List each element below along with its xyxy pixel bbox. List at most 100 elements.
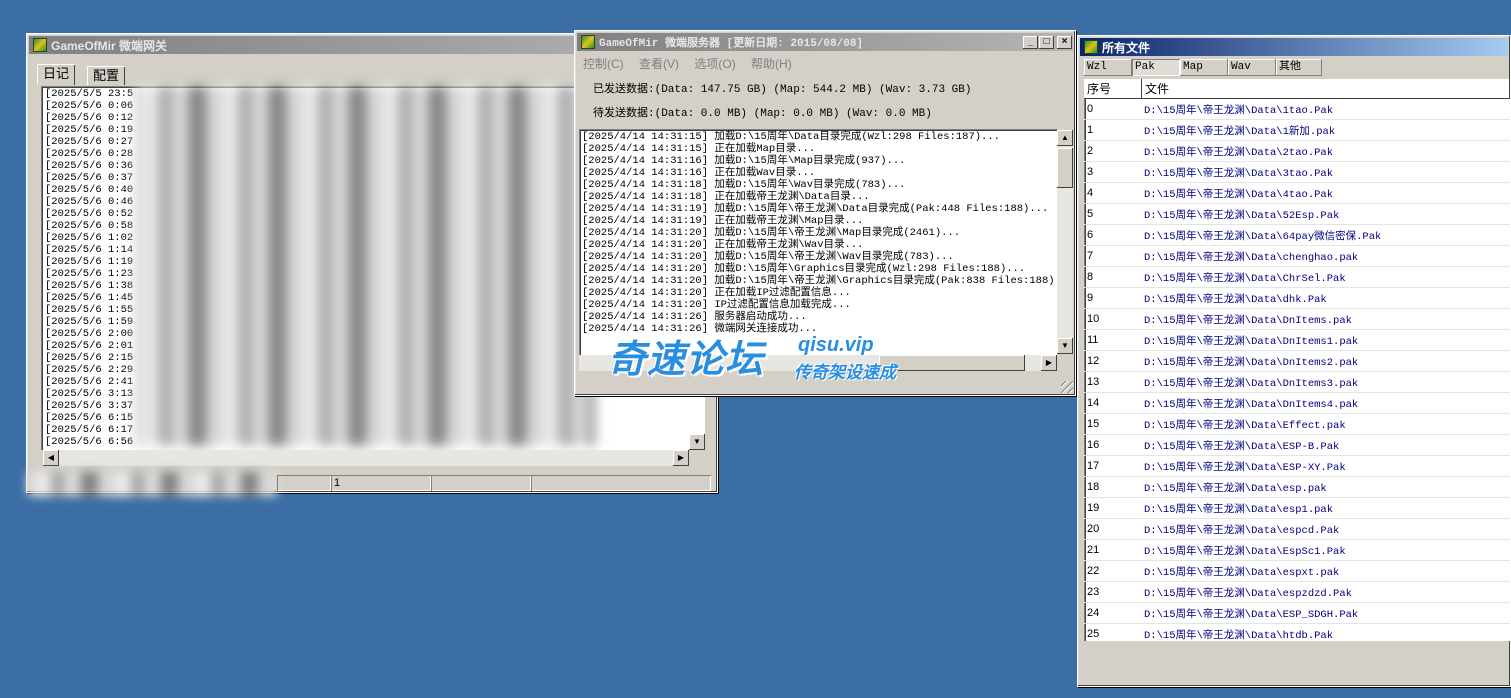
tab-pak[interactable]: Pak xyxy=(1132,59,1180,76)
table-row[interactable]: 5 D:\15周年\帝王龙渊\Data\52Esp.Pak xyxy=(1084,204,1510,225)
row-index: 13 xyxy=(1087,376,1100,388)
table-row[interactable]: 17 D:\15周年\帝王龙渊\Data\ESP-XY.Pak xyxy=(1084,456,1510,477)
gateway-log-hscrollbar[interactable]: ◀ ▶ xyxy=(43,450,689,466)
files-list-header: 序号 文件 xyxy=(1084,79,1510,99)
watermark-site-text: qisu.vip xyxy=(798,334,874,356)
table-row[interactable]: 16 D:\15周年\帝王龙渊\Data\ESP-B.Pak xyxy=(1084,435,1510,456)
row-file-path: D:\15周年\帝王龙渊\Data\DnItems3.pak xyxy=(1144,377,1359,390)
table-row[interactable]: 22 D:\15周年\帝王龙渊\Data\espxt.pak xyxy=(1084,561,1510,582)
tab-log[interactable]: 日记 xyxy=(37,64,76,85)
table-row[interactable]: 14 D:\15周年\帝王龙渊\Data\DnItems4.pak xyxy=(1084,393,1510,414)
table-row[interactable]: 11 D:\15周年\帝王龙渊\Data\DnItems1.pak xyxy=(1084,330,1510,351)
row-file-path: D:\15周年\帝王龙渊\Data\DnItems2.pak xyxy=(1144,356,1359,369)
gameofmir-app-icon xyxy=(33,38,47,52)
row-file-path: D:\15周年\帝王龙渊\Data\DnItems4.pak xyxy=(1144,398,1359,411)
gateway-status-cell-4 xyxy=(531,475,711,491)
row-index: 17 xyxy=(1087,460,1100,472)
files-title: 所有文件 xyxy=(1102,40,1151,55)
gateway-log-vscrollbar[interactable]: ▼ xyxy=(689,434,705,450)
row-file-path: D:\15周年\帝王龙渊\Data\4tao.Pak xyxy=(1144,188,1334,201)
log-line: [2025/4/14 14:31:20] 正在加载帝王龙渊\Wav目录... xyxy=(582,239,864,251)
files-list-rows: 0 D:\15周年\帝王龙渊\Data\1tao.Pak 1 D:\15周年\帝王龙渊… xyxy=(1084,99,1510,641)
menu-control[interactable]: 控制(C) xyxy=(583,57,624,71)
tab-wzl[interactable]: Wzl xyxy=(1084,59,1132,76)
gateway-status-cell-1 xyxy=(277,475,331,491)
files-titlebar[interactable]: 所有文件 xyxy=(1080,38,1508,56)
gameofmir-app-icon xyxy=(1084,40,1098,54)
table-row[interactable]: 2 D:\15周年\帝王龙渊\Data\2tao.Pak xyxy=(1084,141,1510,162)
row-file-path: D:\15周年\帝王龙渊\Data\Effect.pak xyxy=(1144,419,1346,432)
row-index: 10 xyxy=(1087,313,1100,325)
table-row[interactable]: 0 D:\15周年\帝王龙渊\Data\1tao.Pak xyxy=(1084,99,1510,120)
scroll-up-button[interactable]: ▲ xyxy=(1057,130,1073,146)
row-index: 8 xyxy=(1087,271,1094,283)
server-log-vscrollbar[interactable]: ▲ ▼ xyxy=(1057,130,1073,354)
files-list[interactable]: 序号 文件 0 D:\15周年\帝王龙渊\Data\1tao.Pak 1 D:\15周… xyxy=(1084,79,1510,641)
log-line: [2025/4/14 14:31:20] 加载D:\15周年\帝王龙渊\Map目… xyxy=(582,227,961,239)
row-file-path: D:\15周年\帝王龙渊\Data\2tao.Pak xyxy=(1144,146,1334,159)
row-index: 11 xyxy=(1087,334,1099,346)
table-row[interactable]: 21 D:\15周年\帝王龙渊\Data\EspSc1.Pak xyxy=(1084,540,1510,561)
blurred-log-content xyxy=(135,86,595,446)
log-line: [2025/4/14 14:31:15] 正在加载Map目录... xyxy=(582,143,816,155)
row-file-path: D:\15周年\帝王龙渊\Data\ESP_SDGH.Pak xyxy=(1144,608,1359,621)
tab-map[interactable]: Map xyxy=(1180,59,1228,76)
column-header-index[interactable]: 序号 xyxy=(1084,79,1142,99)
table-row[interactable]: 20 D:\15周年\帝王龙渊\Data\espcd.Pak xyxy=(1084,519,1510,540)
table-row[interactable]: 1 D:\15周年\帝王龙渊\Data\1新加.pak xyxy=(1084,120,1510,141)
table-row[interactable]: 3 D:\15周年\帝王龙渊\Data\3tao.Pak xyxy=(1084,162,1510,183)
tab-wav[interactable]: Wav xyxy=(1228,59,1276,76)
table-row[interactable]: 18 D:\15周年\帝王龙渊\Data\esp.pak xyxy=(1084,477,1510,498)
row-index: 4 xyxy=(1087,187,1094,199)
row-index: 1 xyxy=(1087,124,1094,136)
minimize-button[interactable]: _ xyxy=(1023,35,1038,49)
table-row[interactable]: 15 D:\15周年\帝王龙渊\Data\Effect.pak xyxy=(1084,414,1510,435)
table-row[interactable]: 24 D:\15周年\帝王龙渊\Data\ESP_SDGH.Pak xyxy=(1084,603,1510,624)
table-row[interactable]: 6 D:\15周年\帝王龙渊\Data\64pay微信密保.Pak xyxy=(1084,225,1510,246)
table-row[interactable]: 13 D:\15周年\帝王龙渊\Data\DnItems3.pak xyxy=(1084,372,1510,393)
scroll-left-button[interactable]: ◀ xyxy=(43,450,59,466)
table-row[interactable]: 8 D:\15周年\帝王龙渊\Data\ChrSel.Pak xyxy=(1084,267,1510,288)
close-button[interactable]: × xyxy=(1057,35,1072,49)
row-index: 14 xyxy=(1087,397,1100,409)
table-row[interactable]: 25 D:\15周年\帝王龙渊\Data\htdb.Pak xyxy=(1084,624,1510,641)
row-file-path: D:\15周年\帝王龙渊\Data\dhk.Pak xyxy=(1144,293,1327,306)
menu-options[interactable]: 选项(O) xyxy=(694,57,735,71)
row-file-path: D:\15周年\帝王龙渊\Data\EspSc1.Pak xyxy=(1144,545,1346,558)
scroll-down-button[interactable]: ▼ xyxy=(1057,338,1073,354)
tab-config[interactable]: 配置 xyxy=(87,66,126,85)
table-row[interactable]: 10 D:\15周年\帝王龙渊\Data\DnItems.pak xyxy=(1084,309,1510,330)
row-index: 0 xyxy=(1087,103,1094,115)
row-file-path: D:\15周年\帝王龙渊\Data\chenghao.pak xyxy=(1144,251,1359,264)
scroll-right-button[interactable]: ▶ xyxy=(1041,355,1057,371)
menu-view[interactable]: 查看(V) xyxy=(639,57,679,71)
row-file-path: D:\15周年\帝王龙渊\Data\ChrSel.Pak xyxy=(1144,272,1346,285)
column-header-file[interactable]: 文件 xyxy=(1142,79,1510,99)
scroll-thumb[interactable] xyxy=(1057,148,1073,188)
resize-grip-icon[interactable] xyxy=(1061,381,1073,393)
table-row[interactable]: 12 D:\15周年\帝王龙渊\Data\DnItems2.pak xyxy=(1084,351,1510,372)
log-line: [2025/4/14 14:31:20] 正在加载IP过滤配置信息... xyxy=(582,287,851,299)
row-file-path: D:\15周年\帝王龙渊\Data\htdb.Pak xyxy=(1144,629,1334,642)
row-file-path: D:\15周年\帝王龙渊\Data\DnItems.pak xyxy=(1144,314,1352,327)
files-window[interactable]: 所有文件 Wzl Pak Map Wav 其他 序号 文件 0 D:\15周年\帝… xyxy=(1077,35,1511,687)
log-line: [2025/4/14 14:31:19] 正在加载帝王龙渊\Map目录... xyxy=(582,215,864,227)
maximize-button[interactable]: □ xyxy=(1039,35,1054,49)
tab-other[interactable]: 其他 xyxy=(1276,59,1322,76)
table-row[interactable]: 4 D:\15周年\帝王龙渊\Data\4tao.Pak xyxy=(1084,183,1510,204)
row-file-path: D:\15周年\帝王龙渊\Data\espzdzd.Pak xyxy=(1144,587,1352,600)
table-row[interactable]: 7 D:\15周年\帝王龙渊\Data\chenghao.pak xyxy=(1084,246,1510,267)
row-index: 22 xyxy=(1087,565,1100,577)
forum-watermark: 奇速论坛 qisu.vip 传奇架设速成 xyxy=(608,328,908,384)
log-line: [2025/4/14 14:31:20] 加载D:\15周年\Graphics目… xyxy=(582,263,1026,275)
scroll-right-button[interactable]: ▶ xyxy=(673,450,689,466)
log-line: [2025/4/14 14:31:15] 加载D:\15周年\Data目录完成(… xyxy=(582,131,1000,143)
menu-help[interactable]: 帮助(H) xyxy=(751,57,792,71)
server-log-list[interactable]: [2025/4/14 14:31:15] 加载D:\15周年\Data目录完成(… xyxy=(579,129,1057,355)
table-row[interactable]: 19 D:\15周年\帝王龙渊\Data\esp1.pak xyxy=(1084,498,1510,519)
table-row[interactable]: 23 D:\15周年\帝王龙渊\Data\espzdzd.Pak xyxy=(1084,582,1510,603)
row-index: 18 xyxy=(1087,481,1100,493)
scroll-down-button[interactable]: ▼ xyxy=(689,434,705,450)
server-titlebar[interactable]: GameOfMir 微端服务器 [更新日期: 2015/08/08] _ □ × xyxy=(577,33,1073,51)
table-row[interactable]: 9 D:\15周年\帝王龙渊\Data\dhk.Pak xyxy=(1084,288,1510,309)
